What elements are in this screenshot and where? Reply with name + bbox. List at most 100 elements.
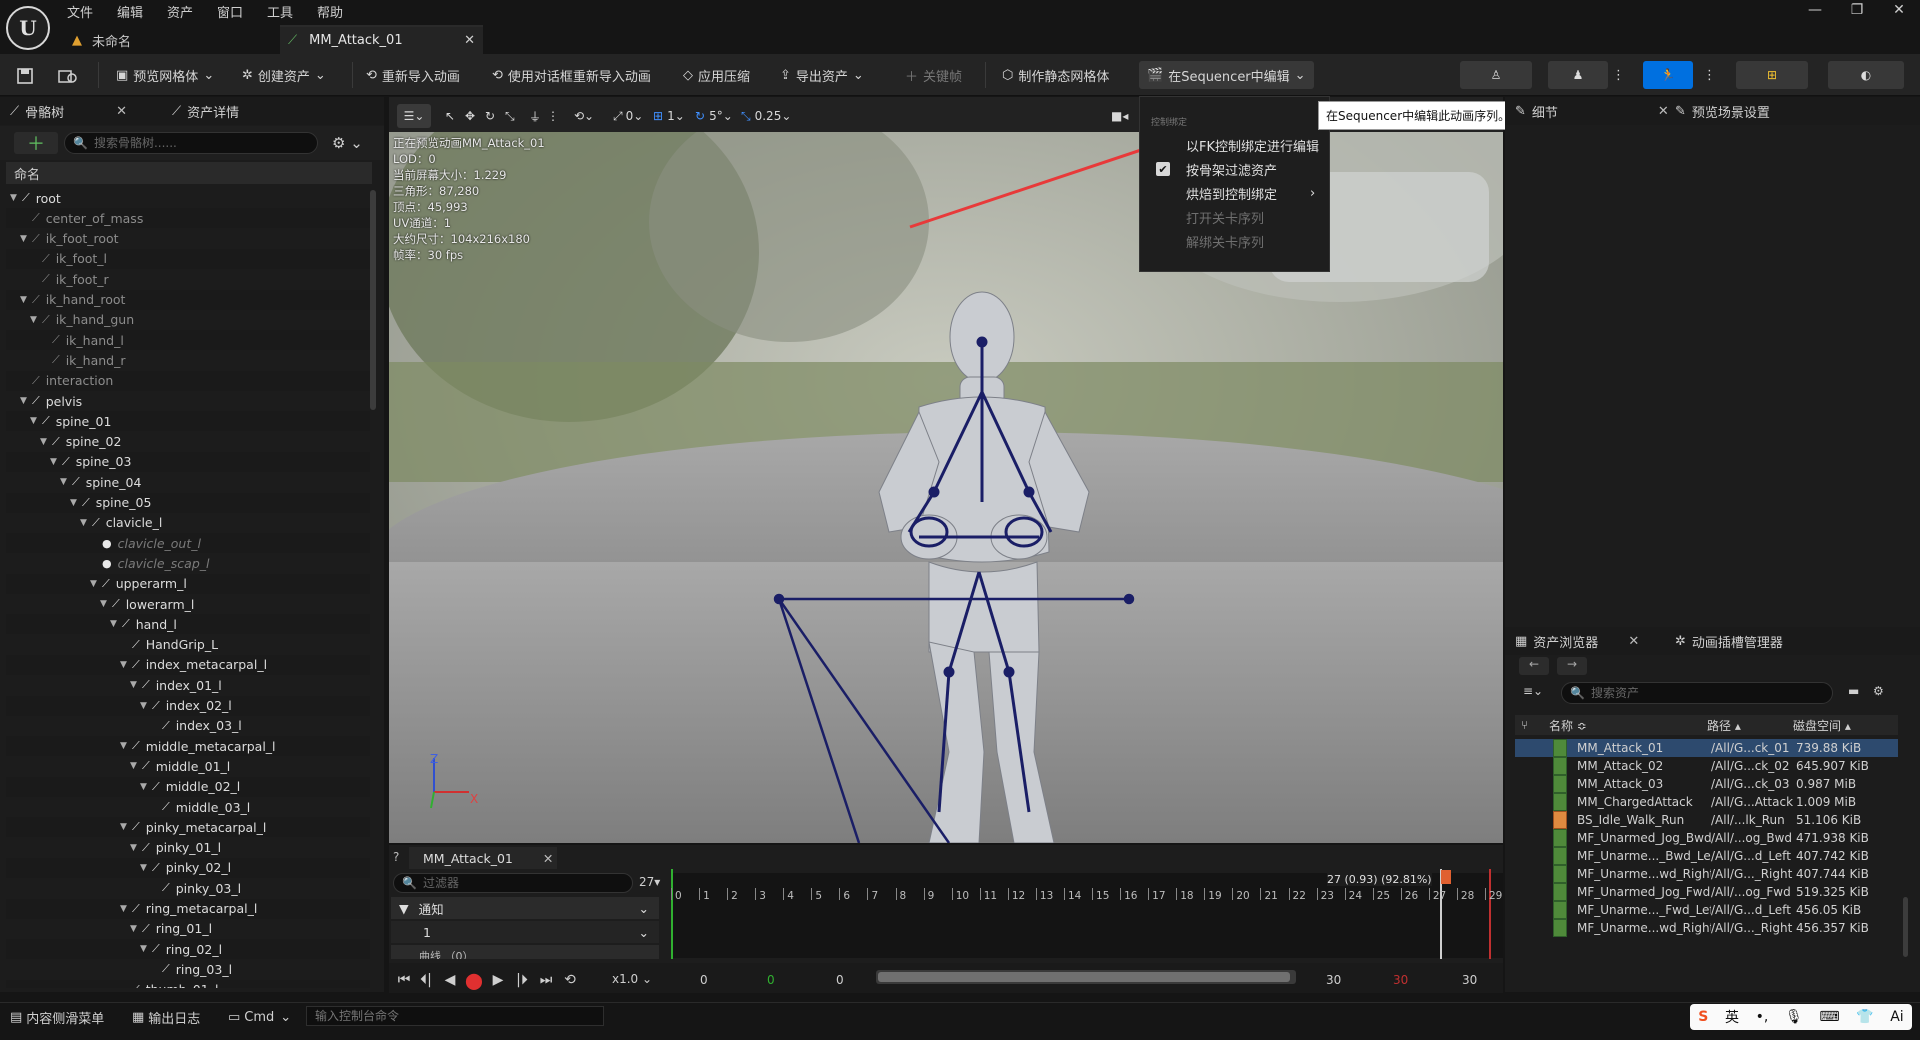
content-drawer-button[interactable]: ▤ 内容侧滑菜单 xyxy=(10,1006,104,1028)
tree-row-ik_hand_gun[interactable]: ▼ ⟋ ik_hand_gun xyxy=(6,310,370,330)
menu-item-edit-fk-control-rig[interactable]: 以FK控制绑定进行编辑 xyxy=(1140,133,1329,157)
tree-row-clavicle_l[interactable]: ▼ ⟋ clavicle_l xyxy=(6,513,370,533)
tree-row-thumb_01_l[interactable]: ⟋ thumb_01_l xyxy=(6,979,370,988)
expand-arrow-icon[interactable]: ▼ xyxy=(130,680,140,690)
ime-language[interactable]: 英 xyxy=(1725,1007,1739,1027)
tab-document[interactable]: ⟋ MM_Attack_01 ✕ xyxy=(280,25,483,54)
expand-arrow-icon[interactable]: ▼ xyxy=(120,822,130,832)
asset-row[interactable]: MF_Unarme...wd_Right/All/G..._Right 456.3… xyxy=(1515,919,1898,937)
more-options-icon[interactable]: ⋮ xyxy=(547,104,559,128)
preview-mesh-button[interactable]: ▣ 预览网格体 ⌄ xyxy=(116,63,214,87)
angle-snap-button[interactable]: ↻ 5° ⌄ xyxy=(695,104,733,128)
tree-row-middle_01_l[interactable]: ▼ ⟋ middle_01_l xyxy=(6,756,370,776)
track-curves[interactable]: 曲线 （0） xyxy=(391,945,659,959)
tree-row-interaction[interactable]: ⟋ interaction xyxy=(6,370,370,391)
blueprint-mode-button[interactable]: ⊞ xyxy=(1736,61,1808,89)
more-options-icon[interactable]: ⋮ xyxy=(1703,63,1716,87)
select-tool-icon[interactable]: ↖ xyxy=(445,104,455,128)
make-static-mesh-button[interactable]: ⬡ 制作静态网格体 xyxy=(1002,63,1109,87)
asset-row[interactable]: MF_Unarmed_Jog_Fwd/All/...og_Fwd 519.325 … xyxy=(1515,883,1898,901)
tab-preview-scene-settings[interactable]: ✎ 预览场景设置 xyxy=(1675,97,1770,125)
menu-item-unlink-level-sequence[interactable]: 解绑关卡序列 xyxy=(1140,229,1329,253)
tree-row-middle_02_l[interactable]: ▼ ⟋ middle_02_l xyxy=(6,776,370,797)
tree-row-pelvis[interactable]: ▼ ⟋ pelvis xyxy=(6,391,370,411)
expand-arrow-icon[interactable]: ▼ xyxy=(10,193,20,203)
expand-arrow-icon[interactable]: ▼ xyxy=(140,701,150,711)
menu-help[interactable]: 帮助 xyxy=(317,2,343,22)
playback-speed-button[interactable]: x1.0 ⌄ xyxy=(612,972,652,986)
animation-mode-button[interactable]: 🏃 xyxy=(1643,61,1693,89)
asset-row[interactable]: MF_Unarmed_Jog_Bwd/All/...og_Bwd 471.938 … xyxy=(1515,829,1898,847)
view-range-end[interactable]: 30 xyxy=(1462,973,1477,987)
record-icon[interactable]: ⬤ xyxy=(464,970,484,990)
asset-row[interactable]: MM_ChargedAttack/All/G...Attack 1.009 MiB xyxy=(1515,793,1898,811)
expand-arrow-icon[interactable]: ▼ xyxy=(140,944,150,954)
expand-arrow-icon[interactable]: ▼ xyxy=(70,498,80,508)
translate-tool-icon[interactable]: ✥ xyxy=(465,104,475,128)
tree-row-root[interactable]: ▼ ⟋ root xyxy=(6,188,370,208)
close-tab-icon[interactable]: ✕ xyxy=(464,33,475,48)
asset-row[interactable]: MM_Attack_02/All/G...ck_02 645.907 KiB xyxy=(1515,757,1898,775)
tree-row-index_03_l[interactable]: ⟋ index_03_l xyxy=(6,716,370,736)
cmd-dropdown[interactable]: ▭ Cmd ⌄ xyxy=(228,1006,291,1028)
tree-row-ring_02_l[interactable]: ▼ ⟋ ring_02_l xyxy=(6,939,370,960)
expand-arrow-icon[interactable]: ▼ xyxy=(130,843,140,853)
playback-start-marker[interactable] xyxy=(671,869,673,959)
unreal-logo-icon[interactable]: U xyxy=(6,6,50,50)
scale-snap-button[interactable]: ⤡ 0.25 ⌄ xyxy=(741,104,791,128)
shirt-icon[interactable]: 👕 xyxy=(1856,1009,1873,1025)
physics-mode-button[interactable]: ◐ xyxy=(1828,61,1904,89)
scale-tool-icon[interactable]: ⤡ xyxy=(505,104,515,128)
checkbox-checked-icon[interactable]: ✔ xyxy=(1156,162,1170,176)
tree-row-center_of_mass[interactable]: ⟋ center_of_mass xyxy=(6,208,370,229)
menu-item-bake-to-control-rig[interactable]: 烘焙到控制绑定 › xyxy=(1140,181,1329,205)
asset-row[interactable]: MF_Unarme..._Fwd_Left/All/G...d_Left 456.… xyxy=(1515,901,1898,919)
range-end[interactable]: 30 xyxy=(1326,973,1341,987)
tree-row-ik_foot_root[interactable]: ▼ ⟋ ik_foot_root xyxy=(6,229,370,249)
current-frame-field[interactable]: 27▾ xyxy=(639,875,660,889)
expand-arrow-icon[interactable]: ▼ xyxy=(30,416,40,426)
browse-icon[interactable] xyxy=(58,64,78,88)
console-input[interactable] xyxy=(315,1009,603,1023)
tab-details[interactable]: ✎ 细节 ✕ xyxy=(1515,97,1669,125)
expand-arrow-icon[interactable]: ▼ xyxy=(50,457,60,467)
tree-row-clavicle_out_l[interactable]: ● clavicle_out_l xyxy=(6,533,370,554)
asset-row[interactable]: MM_Attack_03/All/G...ck_03 0.987 MiB xyxy=(1515,775,1898,793)
sogou-logo-icon[interactable]: S xyxy=(1698,1009,1708,1025)
tree-row-upperarm_l[interactable]: ▼ ⟋ upperarm_l xyxy=(6,573,370,594)
microphone-icon[interactable]: 🎙 xyxy=(1785,1009,1803,1025)
menu-file[interactable]: 文件 xyxy=(67,2,93,22)
add-socket-button[interactable]: ＋ xyxy=(14,132,58,155)
viewport-options-button[interactable]: ☰⌄ xyxy=(397,104,431,128)
keyframe-button[interactable]: ＋ 关键帧 xyxy=(905,63,962,87)
tree-row-ring_metacarpal_l[interactable]: ▼ ⟋ ring_metacarpal_l xyxy=(6,898,370,919)
output-log-button[interactable]: ▦ 输出日志 xyxy=(132,1006,200,1028)
track-notifies[interactable]: ▼ 通知 ⌄ xyxy=(391,897,659,919)
menu-edit[interactable]: 编辑 xyxy=(117,2,143,22)
play-icon[interactable]: ▶ xyxy=(488,970,508,990)
expand-arrow-icon[interactable]: ▼ xyxy=(130,761,140,771)
settings-gear-icon[interactable]: ⚙ xyxy=(1873,684,1884,698)
view-range-start[interactable]: 0 xyxy=(836,973,844,987)
close-tab-icon[interactable]: ✕ xyxy=(1658,104,1669,119)
expand-arrow-icon[interactable]: ▼ xyxy=(90,579,100,589)
mesh-mode-button[interactable]: ♟ xyxy=(1548,61,1608,89)
reimport-dialog-button[interactable]: ⟲ 使用对话框重新导入动画 xyxy=(492,63,651,87)
skeleton-search-input[interactable] xyxy=(93,136,317,150)
tree-row-spine_05[interactable]: ▼ ⟋ spine_05 xyxy=(6,492,370,513)
expand-arrow-icon[interactable]: ▼ xyxy=(40,437,50,447)
settings-gear-icon[interactable]: ⚙ ⌄ xyxy=(332,134,363,152)
keyboard-icon[interactable]: ⌨ xyxy=(1819,1009,1839,1025)
tree-row-index_01_l[interactable]: ▼ ⟋ index_01_l xyxy=(6,675,370,695)
export-asset-button[interactable]: ⇪ 导出资产 ⌄ xyxy=(780,63,864,87)
asset-scrollbar[interactable] xyxy=(1903,897,1908,957)
tree-row-middle_03_l[interactable]: ⟋ middle_03_l xyxy=(6,797,370,817)
step-forward-icon[interactable]: |⏵ xyxy=(512,970,532,990)
timeline-filter-box[interactable]: 🔍 xyxy=(393,873,633,893)
expand-arrow-icon[interactable]: ▼ xyxy=(60,477,70,487)
forward-arrow-icon[interactable]: → xyxy=(1557,657,1587,675)
tree-row-spine_04[interactable]: ▼ ⟋ spine_04 xyxy=(6,472,370,492)
tree-row-ik_foot_r[interactable]: ⟋ ik_foot_r xyxy=(6,269,370,289)
tree-row-lowerarm_l[interactable]: ▼ ⟋ lowerarm_l xyxy=(6,594,370,614)
reimport-button[interactable]: ⟲ 重新导入动画 xyxy=(366,63,460,87)
